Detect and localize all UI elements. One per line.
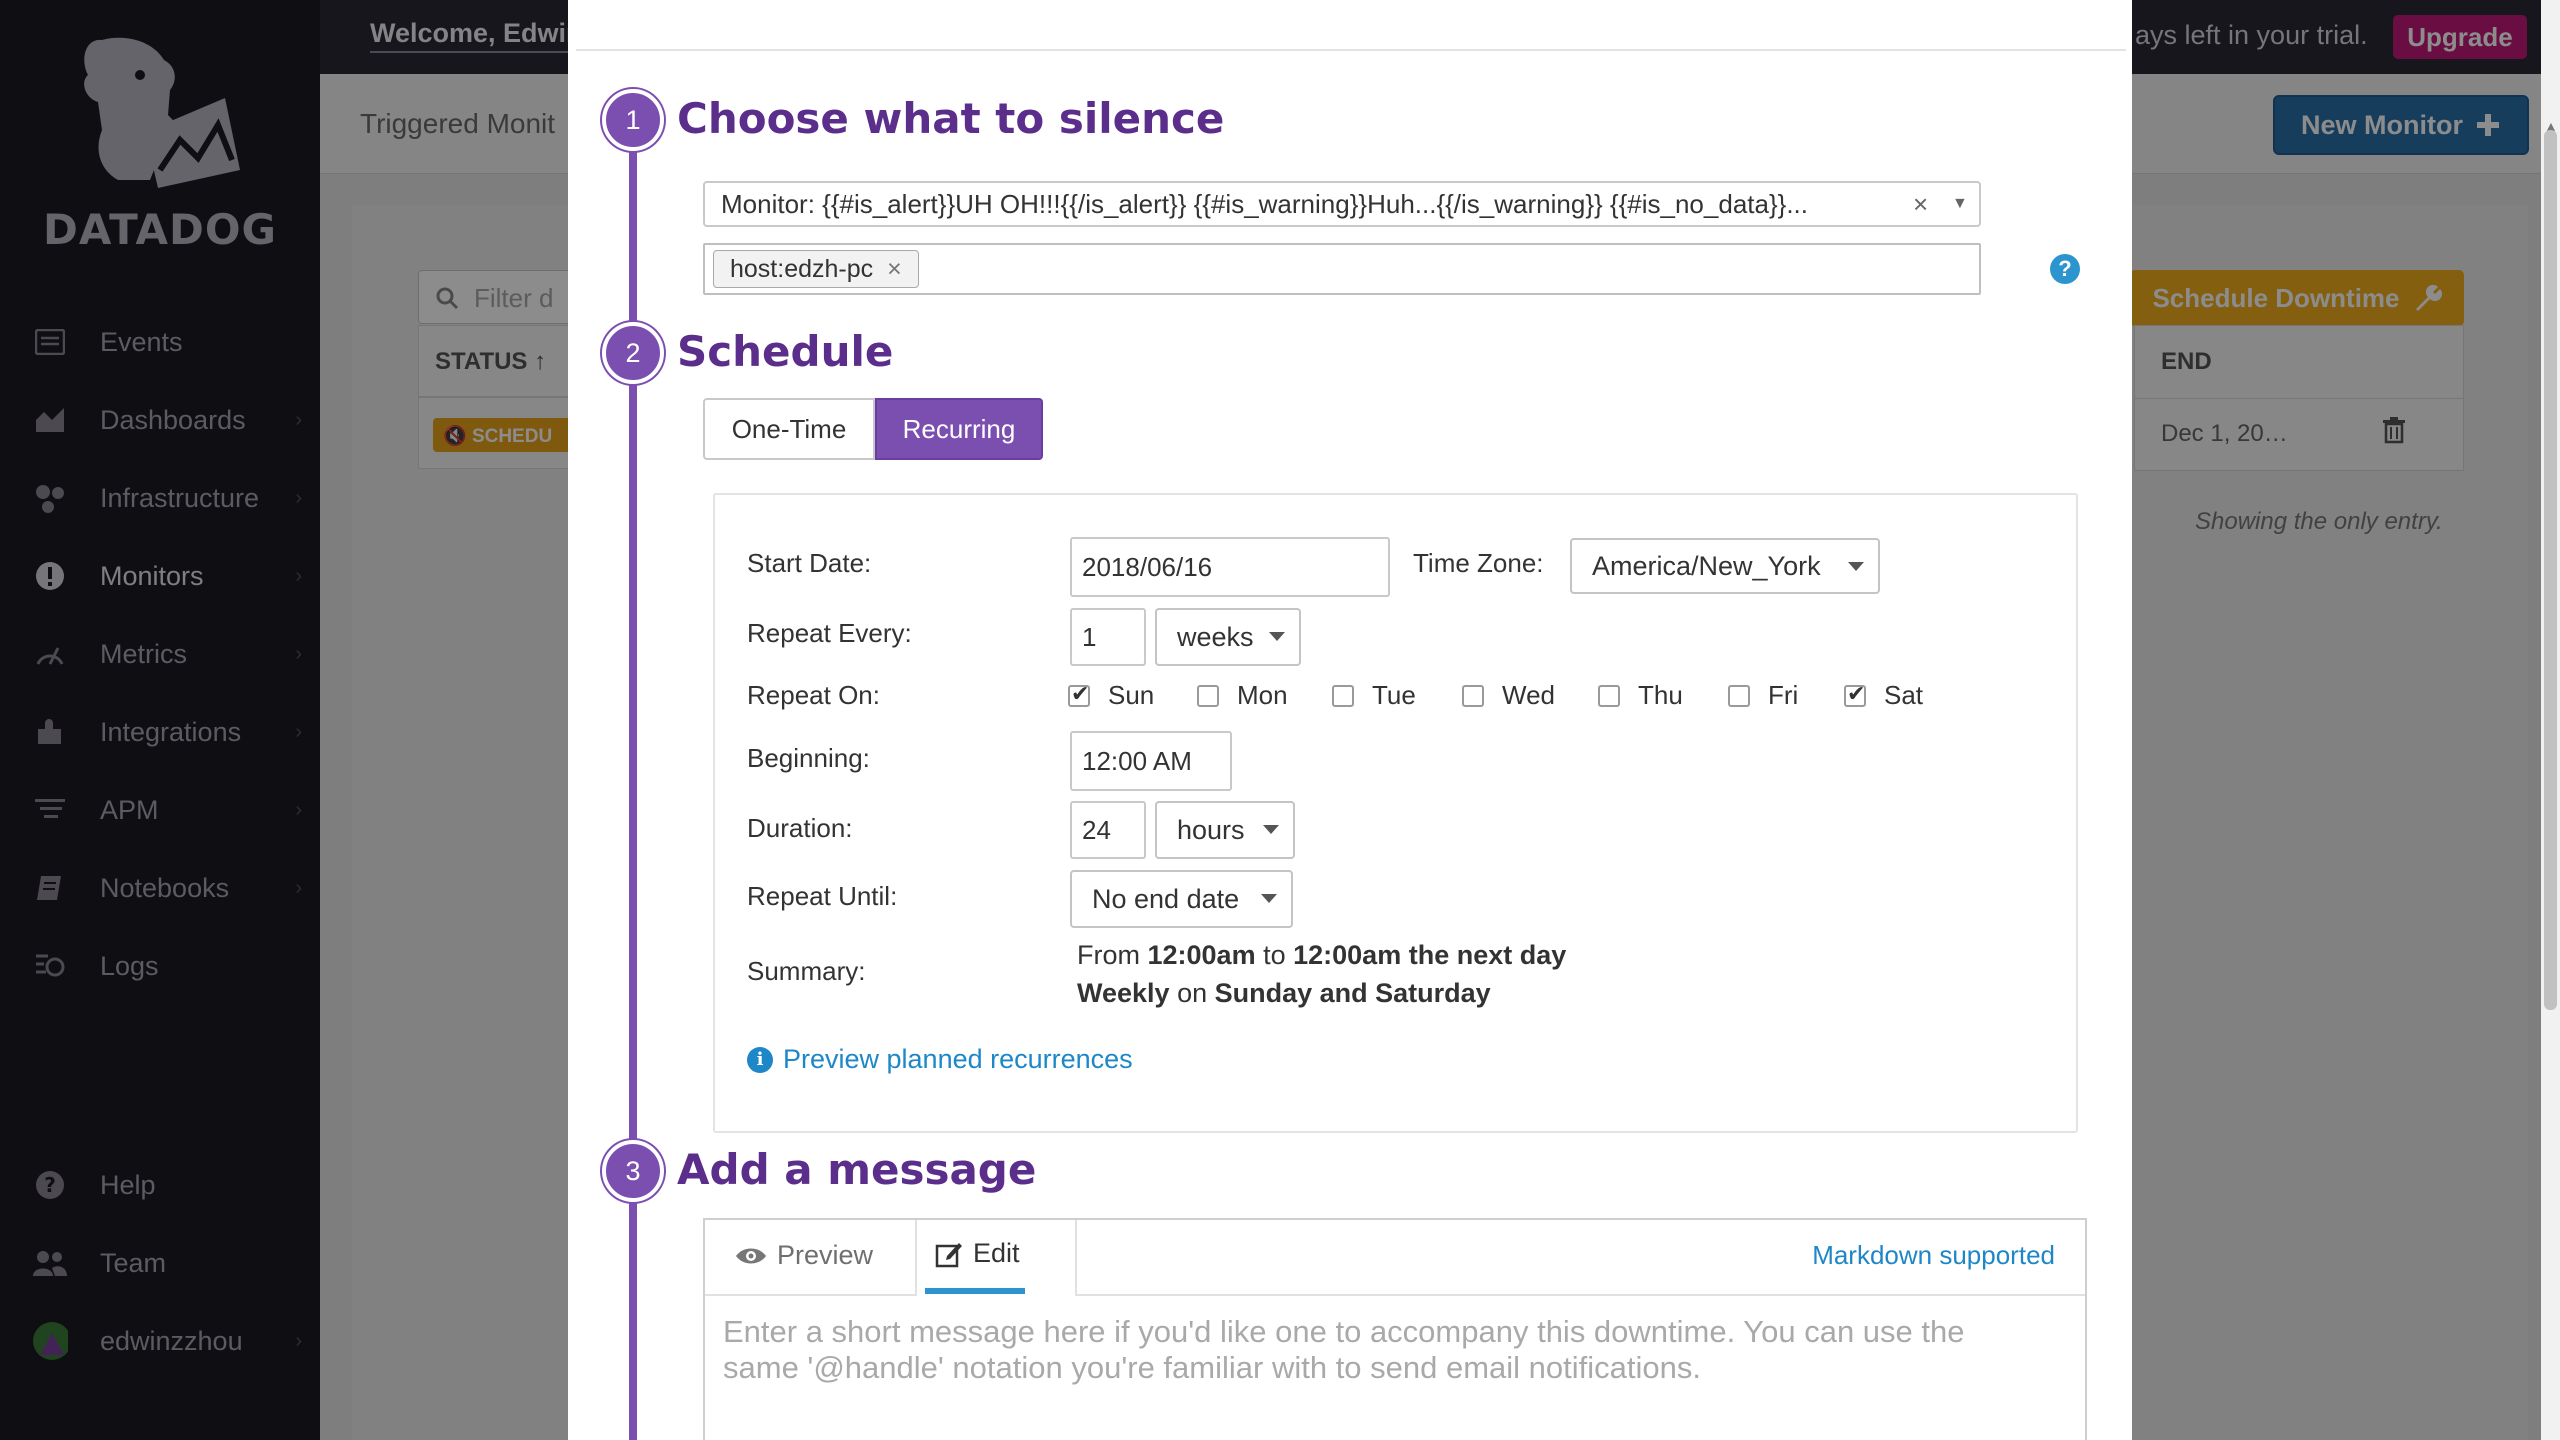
- repeat-unit-value: weeks: [1177, 621, 1254, 652]
- tag-label: host:edzh-pc: [730, 254, 874, 283]
- summary-frequency: Weekly: [1077, 978, 1170, 1008]
- caret-down-icon: [1848, 562, 1864, 571]
- caret-down-icon: [1263, 825, 1279, 834]
- tab-edit-label: Edit: [973, 1238, 1020, 1268]
- checkbox[interactable]: [1598, 684, 1620, 707]
- timezone-label: Time Zone:: [1413, 548, 1544, 578]
- summary-start-time: 12:00am: [1147, 940, 1256, 970]
- duration-unit-value: hours: [1177, 814, 1245, 845]
- step-title-schedule: Schedule: [677, 327, 894, 376]
- info-icon: i: [747, 1046, 773, 1073]
- summary-line-1: From 12:00am to 12:00am the next day: [1077, 936, 1566, 974]
- summary-text: to: [1255, 940, 1294, 970]
- step-number-1: 1: [602, 89, 664, 151]
- summary-text: From: [1077, 940, 1148, 970]
- modal-header-divider: [576, 49, 2126, 51]
- recurring-tab[interactable]: Recurring: [875, 398, 1043, 460]
- repeat-unit-select[interactable]: weeks: [1155, 608, 1301, 666]
- preview-recurrences-label: Preview planned recurrences: [783, 1044, 1133, 1074]
- repeat-every-value: 1: [1082, 621, 1097, 652]
- checkbox[interactable]: [1462, 684, 1484, 707]
- start-date-value: 2018/06/16: [1082, 551, 1213, 582]
- beginning-time-input[interactable]: 12:00 AM: [1070, 731, 1232, 791]
- tab-preview-label: Preview: [777, 1240, 874, 1270]
- repeat-on-label: Repeat On:: [747, 680, 880, 710]
- tab-edit[interactable]: Edit: [915, 1220, 1077, 1296]
- checkbox-checked[interactable]: [1068, 681, 1090, 707]
- tab-preview[interactable]: Preview: [735, 1240, 873, 1271]
- scrollbar-thumb[interactable]: [2544, 130, 2557, 1010]
- beginning-label: Beginning:: [747, 743, 870, 773]
- message-textarea[interactable]: Enter a short message here if you'd like…: [723, 1314, 2023, 1386]
- step-number-2: 2: [602, 322, 664, 384]
- step-title-choose: Choose what to silence: [677, 94, 1225, 143]
- day-checkbox-wed[interactable]: Wed: [1462, 680, 1555, 711]
- day-label: Fri: [1768, 680, 1799, 710]
- monitor-select[interactable]: Monitor: {{#is_alert}}UH OH!!!{{/is_aler…: [703, 181, 1981, 227]
- day-label: Tue: [1372, 680, 1416, 710]
- day-label: Wed: [1502, 680, 1555, 710]
- step-title-message: Add a message: [677, 1145, 1037, 1194]
- help-circle-icon[interactable]: ?: [2050, 254, 2080, 284]
- preview-recurrences-link[interactable]: i Preview planned recurrences: [747, 1044, 1133, 1075]
- schedule-summary: From 12:00am to 12:00am the next day Wee…: [1077, 936, 1566, 1012]
- day-label: Sat: [1884, 680, 1924, 710]
- caret-down-icon[interactable]: ▼: [1952, 195, 1968, 213]
- day-label: Sun: [1108, 680, 1155, 710]
- start-date-label: Start Date:: [747, 548, 872, 578]
- duration-input[interactable]: 24: [1070, 801, 1146, 859]
- caret-down-icon: [1269, 632, 1285, 641]
- repeat-until-select[interactable]: No end date: [1070, 870, 1293, 928]
- day-checkbox-sun[interactable]: Sun: [1068, 680, 1154, 711]
- active-tab-indicator: [925, 1288, 1025, 1294]
- duration-unit-select[interactable]: hours: [1155, 801, 1295, 859]
- duration-value: 24: [1082, 814, 1111, 845]
- edit-icon: [935, 1242, 962, 1267]
- summary-text: on: [1169, 978, 1215, 1008]
- day-label: Mon: [1237, 680, 1288, 710]
- scope-tags-input[interactable]: host:edzh-pc ×: [703, 243, 1981, 295]
- checkbox[interactable]: [1197, 684, 1219, 707]
- summary-days: Sunday and Saturday: [1214, 978, 1491, 1008]
- repeat-every-input[interactable]: 1: [1070, 608, 1146, 666]
- beginning-time-value: 12:00 AM: [1082, 745, 1192, 776]
- day-checkbox-tue[interactable]: Tue: [1332, 680, 1416, 711]
- one-time-tab[interactable]: One-Time: [703, 398, 875, 460]
- start-date-input[interactable]: 2018/06/16: [1070, 537, 1390, 597]
- day-label: Thu: [1638, 680, 1683, 710]
- duration-label: Duration:: [747, 813, 853, 843]
- repeat-until-value: No end date: [1092, 883, 1240, 914]
- schedule-type-toggle: One-Time Recurring: [703, 398, 1043, 460]
- app-root: DATADOG Events Dashboards › Infrastructu…: [0, 0, 2560, 1440]
- remove-tag-icon[interactable]: ×: [887, 255, 902, 284]
- summary-line-2: Weekly on Sunday and Saturday: [1077, 974, 1566, 1012]
- eye-icon: [736, 1248, 766, 1263]
- summary-end-time: 12:00am the next day: [1293, 940, 1567, 970]
- timezone-value: America/New_York: [1592, 550, 1821, 581]
- clear-icon[interactable]: ×: [1913, 189, 1928, 220]
- day-checkbox-thu[interactable]: Thu: [1598, 680, 1683, 711]
- day-checkbox-mon[interactable]: Mon: [1197, 680, 1288, 711]
- day-checkbox-sat[interactable]: Sat: [1844, 680, 1923, 711]
- checkbox-checked[interactable]: [1844, 681, 1866, 707]
- message-tabs: Preview Edit Markdown supported: [705, 1220, 2085, 1296]
- checkbox[interactable]: [1728, 684, 1750, 707]
- monitor-select-value: Monitor: {{#is_alert}}UH OH!!!{{/is_aler…: [721, 189, 1808, 219]
- step-number-3: 3: [602, 1140, 664, 1202]
- caret-down-icon: [1261, 894, 1277, 903]
- repeat-until-label: Repeat Until:: [747, 881, 898, 911]
- repeat-on-days: Sun Mon Tue Wed Thu Fri Sat: [1068, 680, 1968, 720]
- message-editor: Preview Edit Markdown supported Enter a …: [703, 1218, 2087, 1440]
- markdown-supported-link[interactable]: Markdown supported: [1812, 1240, 2055, 1271]
- tab-edit-content: Edit: [925, 1238, 1025, 1269]
- day-checkbox-fri[interactable]: Fri: [1728, 680, 1798, 711]
- tag-chip: host:edzh-pc ×: [713, 250, 919, 288]
- step-timeline: [629, 120, 637, 1440]
- timezone-select[interactable]: America/New_York: [1570, 538, 1880, 594]
- summary-label: Summary:: [747, 956, 866, 986]
- repeat-every-label: Repeat Every:: [747, 618, 912, 648]
- checkbox[interactable]: [1332, 684, 1354, 707]
